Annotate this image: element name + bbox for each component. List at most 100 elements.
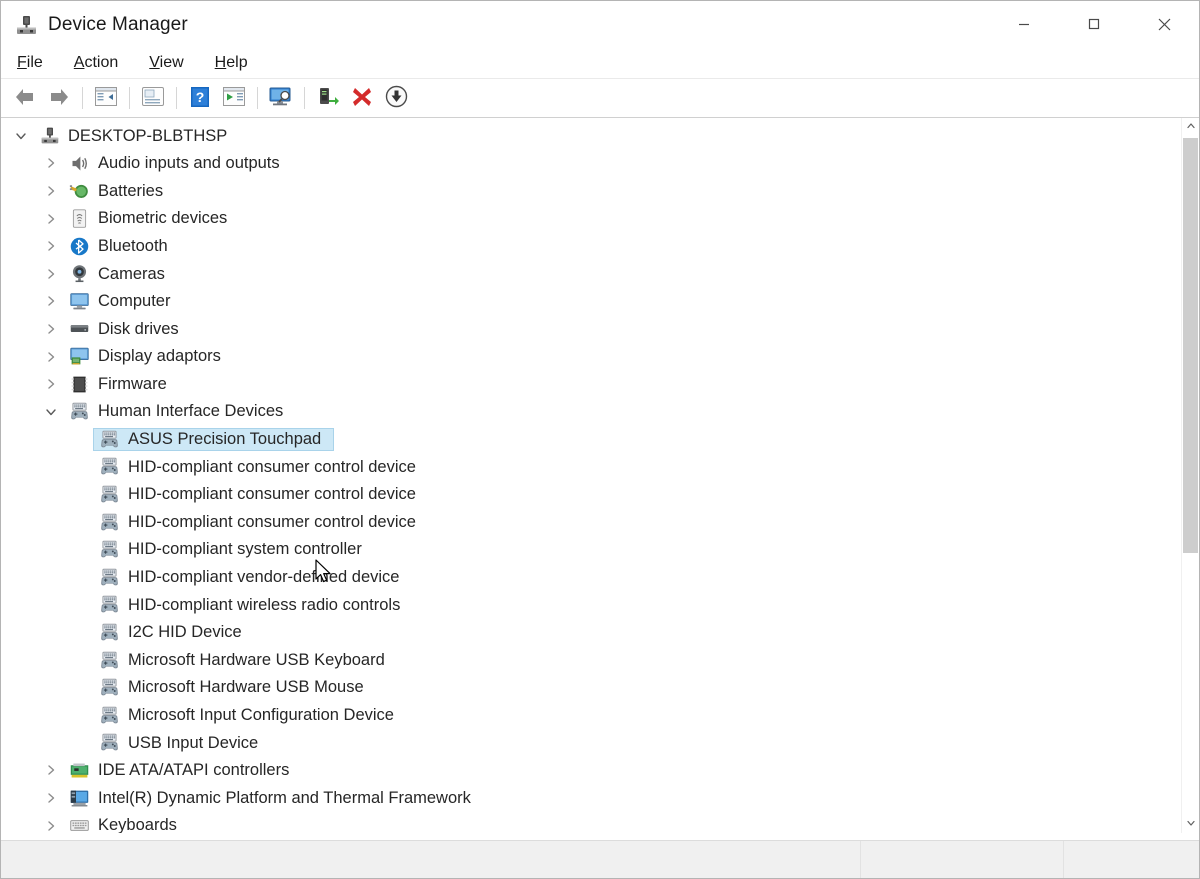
- tree-node-bluetooth[interactable]: Bluetooth: [1, 232, 1182, 260]
- speaker-icon: [69, 153, 90, 174]
- tree-node-firmware[interactable]: Firmware: [1, 370, 1182, 398]
- menu-view-rest: iew: [160, 54, 184, 71]
- chevron-right-icon[interactable]: [43, 349, 59, 365]
- chevron-right-icon[interactable]: [43, 790, 59, 806]
- chevron-right-icon[interactable]: [43, 762, 59, 778]
- show-hide-console-tree-button[interactable]: [89, 82, 123, 114]
- scroll-thumb[interactable]: [1183, 138, 1198, 553]
- menu-view-accel: V: [149, 54, 159, 71]
- uninstall-device-button[interactable]: [345, 82, 379, 114]
- menu-view[interactable]: View: [149, 54, 183, 72]
- tree-node-keyboards[interactable]: Keyboards: [1, 812, 1182, 833]
- menu-action-rest: ction: [84, 54, 118, 71]
- camera-icon: [69, 263, 90, 284]
- tree-node-microsoft-input-configuration-device[interactable]: Microsoft Input Configuration Device: [1, 701, 1182, 729]
- tree-node-human-interface-devices[interactable]: Human Interface Devices: [1, 398, 1182, 426]
- tree-node-hid-compliant-consumer-control-device-1[interactable]: HID-compliant consumer control device: [1, 453, 1182, 481]
- chevron-right-icon[interactable]: [43, 293, 59, 309]
- disk-drive-icon: [69, 318, 90, 339]
- chevron-right-icon[interactable]: [43, 266, 59, 282]
- menu-help[interactable]: Help: [215, 54, 248, 72]
- hid-icon: [99, 732, 120, 753]
- tree-node-microsoft-hardware-usb-keyboard[interactable]: Microsoft Hardware USB Keyboard: [1, 646, 1182, 674]
- chevron-right-icon[interactable]: [43, 321, 59, 337]
- status-pane-main: [1, 841, 861, 878]
- properties-button[interactable]: [136, 82, 170, 114]
- tree-node-hid-compliant-system-controller[interactable]: HID-compliant system controller: [1, 536, 1182, 564]
- tree-node-hid-compliant-vendor-defined-device[interactable]: HID-compliant vendor-defined device: [1, 564, 1182, 592]
- chevron-right-icon[interactable]: [43, 818, 59, 833]
- content-area: DESKTOP-BLBTHSP Audio inputs and outputs: [1, 118, 1199, 833]
- tree-node-hid-compliant-consumer-control-device-2[interactable]: HID-compliant consumer control device: [1, 481, 1182, 509]
- close-button[interactable]: [1129, 1, 1199, 47]
- device-manager-window: Device Manager File Action View Help: [0, 0, 1200, 879]
- status-pane-tertiary: [1064, 841, 1199, 878]
- chevron-down-icon: [1186, 815, 1196, 833]
- help-button[interactable]: ?: [183, 82, 217, 114]
- minimize-button[interactable]: [989, 1, 1059, 47]
- vertical-scrollbar[interactable]: [1181, 118, 1199, 833]
- chevron-down-icon[interactable]: [43, 404, 59, 420]
- tree-node-label: HID-compliant vendor-defined device: [128, 569, 399, 586]
- chevron-right-icon[interactable]: [43, 155, 59, 171]
- tree-node-i2c-hid-device[interactable]: I2C HID Device: [1, 619, 1182, 647]
- console-tree-icon: [94, 86, 118, 110]
- maximize-button[interactable]: [1059, 1, 1129, 47]
- device-tree[interactable]: DESKTOP-BLBTHSP Audio inputs and outputs: [1, 118, 1182, 833]
- update-driver-button[interactable]: [264, 82, 298, 114]
- tree-node-usb-input-device[interactable]: USB Input Device: [1, 729, 1182, 757]
- window-controls: [989, 1, 1199, 47]
- scroll-down-button[interactable]: [1182, 815, 1199, 833]
- tree-node-root[interactable]: DESKTOP-BLBTHSP: [1, 122, 1182, 150]
- tree-node-root-label: DESKTOP-BLBTHSP: [68, 128, 227, 145]
- tree-node-label: Cameras: [98, 266, 165, 283]
- tree-node-cameras[interactable]: Cameras: [1, 260, 1182, 288]
- tree-node-hid-compliant-consumer-control-device-3[interactable]: HID-compliant consumer control device: [1, 508, 1182, 536]
- tree-node-label: Biometric devices: [98, 210, 227, 227]
- scan-for-hardware-changes-button[interactable]: [217, 82, 251, 114]
- hid-icon: [99, 705, 120, 726]
- hid-icon: [99, 539, 120, 560]
- tree-node-audio-inputs-and-outputs[interactable]: Audio inputs and outputs: [1, 150, 1182, 178]
- tree-node-biometric-devices[interactable]: Biometric devices: [1, 205, 1182, 233]
- hid-icon: [99, 650, 120, 671]
- chevron-right-icon[interactable]: [43, 211, 59, 227]
- tree-node-label: HID-compliant consumer control device: [128, 514, 416, 531]
- tree-node-label: HID-compliant system controller: [128, 541, 362, 558]
- status-bar: [1, 840, 1199, 878]
- chevron-right-icon[interactable]: [43, 376, 59, 392]
- chevron-right-icon[interactable]: [43, 238, 59, 254]
- bluetooth-icon: [69, 236, 90, 257]
- tree-node-label: HID-compliant consumer control device: [128, 459, 416, 476]
- chevron-right-icon[interactable]: [43, 183, 59, 199]
- menu-file-accel: F: [17, 54, 27, 71]
- hid-icon: [99, 512, 120, 533]
- tree-node-label: Intel(R) Dynamic Platform and Thermal Fr…: [98, 790, 471, 807]
- tree-node-label: Human Interface Devices: [98, 403, 283, 420]
- tree-node-disk-drives[interactable]: Disk drives: [1, 315, 1182, 343]
- scroll-up-button[interactable]: [1182, 118, 1199, 136]
- hid-icon: [99, 456, 120, 477]
- menu-action[interactable]: Action: [74, 54, 118, 72]
- tree-node-display-adaptors[interactable]: Display adaptors: [1, 343, 1182, 371]
- disable-device-button[interactable]: [379, 82, 413, 114]
- back-button[interactable]: [8, 82, 42, 114]
- chevron-down-icon[interactable]: [13, 128, 29, 144]
- enable-device-button[interactable]: [311, 82, 345, 114]
- tree-node-label: USB Input Device: [128, 735, 258, 752]
- forward-button[interactable]: [42, 82, 76, 114]
- tree-node-computer[interactable]: Computer: [1, 288, 1182, 316]
- tree-node-microsoft-hardware-usb-mouse[interactable]: Microsoft Hardware USB Mouse: [1, 674, 1182, 702]
- menu-help-accel: H: [215, 54, 227, 71]
- tree-node-asus-precision-touchpad[interactable]: ASUS Precision Touchpad: [1, 426, 1182, 454]
- monitor-icon: [69, 291, 90, 312]
- menu-file[interactable]: File: [17, 54, 43, 72]
- tree-node-batteries[interactable]: Batteries: [1, 177, 1182, 205]
- red-x-icon: [351, 86, 373, 111]
- tree-node-ide-ata-atapi-controllers[interactable]: IDE ATA/ATAPI controllers: [1, 757, 1182, 785]
- enable-device-icon: [316, 86, 340, 111]
- tree-node-hid-compliant-wireless-radio-controls[interactable]: HID-compliant wireless radio controls: [1, 591, 1182, 619]
- down-arrow-circle-icon: [385, 85, 408, 111]
- tree-node-intel-dynamic-platform-and-thermal-framework[interactable]: Intel(R) Dynamic Platform and Thermal Fr…: [1, 784, 1182, 812]
- arrow-left-icon: [13, 86, 37, 111]
